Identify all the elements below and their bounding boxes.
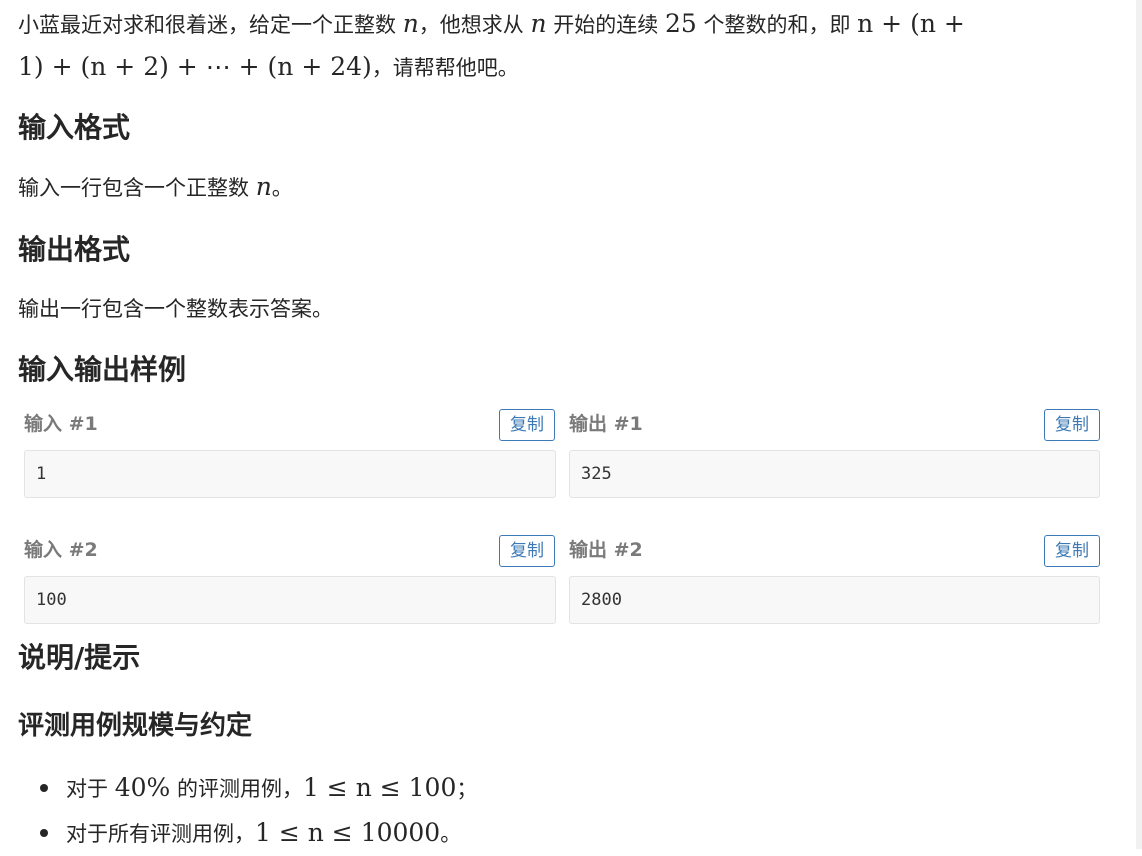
math-number: 25 bbox=[664, 9, 697, 38]
constraints-list: 对于 40% 的评测用例，1 ≤ n ≤ 100； 对于所有评测用例，1 ≤ n… bbox=[40, 766, 477, 856]
bullet-text: 。 bbox=[440, 822, 462, 846]
output-format-heading: 输出格式 bbox=[18, 233, 131, 266]
bullet-text: 对于所有评测用例， bbox=[66, 822, 255, 846]
sample-input-box[interactable]: 1 bbox=[24, 450, 556, 498]
statement-text: 开始的连续 bbox=[546, 13, 665, 37]
output-format-text: 输出一行包含一个整数表示答案。 bbox=[18, 297, 333, 321]
sample-input-label: 输入 #2 bbox=[24, 539, 98, 561]
bullet-dot-icon bbox=[40, 784, 48, 792]
math-inequality: 1 ≤ n ≤ 100 bbox=[302, 773, 457, 802]
input-format-heading: 输入格式 bbox=[18, 111, 131, 144]
statement-text: ，他想求从 bbox=[418, 13, 531, 37]
input-format-text: 输入一行包含一个正整数 n。 bbox=[18, 166, 1082, 209]
sample-output-label: 输出 #2 bbox=[569, 539, 643, 561]
copy-input-2-button[interactable]: 复制 bbox=[499, 535, 555, 567]
problem-statement: 小蓝最近对求和很着迷，给定一个正整数 n，他想求从 n 开始的连续 25 个整数… bbox=[18, 3, 1082, 89]
list-item: 对于 40% 的评测用例，1 ≤ n ≤ 100； bbox=[40, 766, 477, 811]
constraints-subheading: 评测用例规模与约定 bbox=[18, 711, 253, 741]
math-expression: 1) + (n + 2) + ⋯ + (n + 24) bbox=[18, 52, 372, 81]
bullet-dot-icon bbox=[40, 829, 48, 837]
bullet-text: ； bbox=[456, 777, 478, 801]
sample-output-box[interactable]: 2800 bbox=[569, 576, 1100, 624]
statement-text: 个整数的和，即 bbox=[696, 13, 858, 37]
scrollbar[interactable] bbox=[1136, 0, 1142, 849]
math-var: n bbox=[402, 9, 419, 38]
math-expression: n + (n + bbox=[857, 9, 965, 38]
math-percent: 40% bbox=[114, 773, 171, 802]
copy-input-1-button[interactable]: 复制 bbox=[499, 409, 555, 441]
list-item: 对于所有评测用例，1 ≤ n ≤ 10000。 bbox=[40, 811, 477, 856]
sample-input-box[interactable]: 100 bbox=[24, 576, 556, 624]
bullet-text: 的评测用例， bbox=[170, 777, 303, 801]
copy-output-2-button[interactable]: 复制 bbox=[1044, 535, 1100, 567]
input-format-desc-end: 。 bbox=[271, 176, 293, 200]
sample-output-label: 输出 #1 bbox=[569, 413, 643, 435]
sample-output-box[interactable]: 325 bbox=[569, 450, 1100, 498]
math-var: n bbox=[255, 172, 272, 201]
samples-heading: 输入输出样例 bbox=[18, 353, 187, 386]
statement-text: ，请帮帮他吧。 bbox=[371, 56, 519, 80]
copy-output-1-button[interactable]: 复制 bbox=[1044, 409, 1100, 441]
bullet-text: 对于 bbox=[66, 777, 115, 801]
math-inequality: 1 ≤ n ≤ 10000 bbox=[255, 818, 441, 847]
statement-text: 小蓝最近对求和很着迷，给定一个正整数 bbox=[18, 13, 403, 37]
sample-input-label: 输入 #1 bbox=[24, 413, 98, 435]
math-var: n bbox=[530, 9, 547, 38]
hint-heading: 说明/提示 bbox=[18, 641, 141, 674]
input-format-desc: 输入一行包含一个正整数 bbox=[18, 176, 256, 200]
